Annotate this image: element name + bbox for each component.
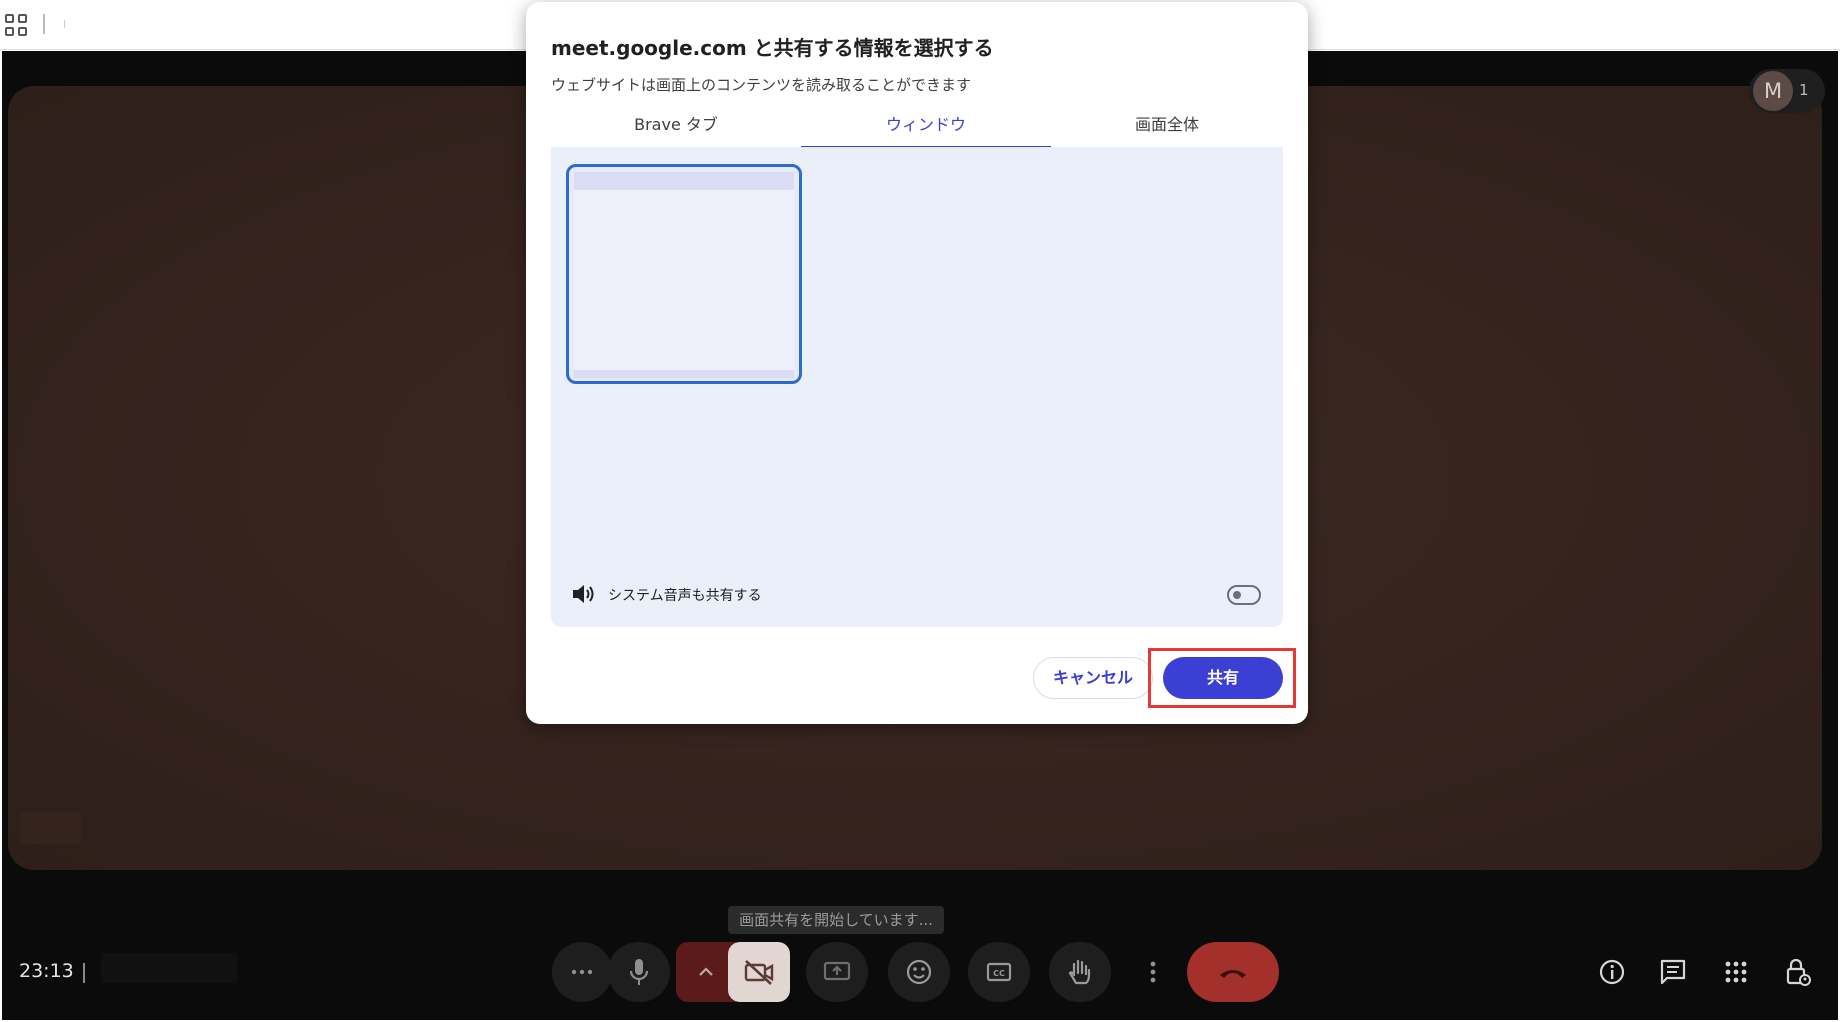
clock-divider bbox=[83, 963, 85, 983]
camera-toggle-button[interactable] bbox=[728, 942, 790, 1002]
reactions-button[interactable] bbox=[888, 942, 950, 1002]
host-controls-icon bbox=[1786, 958, 1811, 986]
svg-text:CC: CC bbox=[993, 969, 1005, 978]
source-tabs: Brave タブ ウィンドウ 画面全体 bbox=[551, 112, 1283, 148]
camera-off-icon bbox=[744, 960, 774, 985]
raise-hand-button[interactable] bbox=[1049, 942, 1111, 1002]
toolbar-divider bbox=[43, 14, 45, 34]
window-thumbnail[interactable] bbox=[566, 164, 802, 384]
emoji-icon bbox=[906, 959, 932, 985]
chat-icon bbox=[1660, 959, 1686, 985]
thumbnail-footer bbox=[574, 370, 794, 378]
leave-call-button[interactable] bbox=[1187, 942, 1279, 1002]
tab-window[interactable]: ウィンドウ bbox=[801, 112, 1051, 148]
present-tooltip: 画面共有を開始しています... bbox=[728, 906, 944, 934]
host-controls-button[interactable] bbox=[1782, 956, 1814, 988]
captions-button[interactable]: CC bbox=[968, 942, 1030, 1002]
chevron-up-icon bbox=[699, 967, 713, 976]
dialog-subtitle: ウェブサイトは画面上のコンテンツを読み取ることができます bbox=[551, 76, 972, 94]
meeting-info-button[interactable] bbox=[1596, 956, 1628, 988]
speaker-icon bbox=[573, 585, 594, 603]
dialog-title: meet.google.com と共有する情報を選択する bbox=[551, 36, 994, 60]
mic-button[interactable] bbox=[608, 942, 670, 1002]
tab-entire-screen[interactable]: 画面全体 bbox=[1051, 112, 1283, 148]
info-icon bbox=[1599, 959, 1625, 985]
chat-button[interactable] bbox=[1657, 956, 1689, 988]
activities-icon bbox=[1725, 961, 1747, 983]
toolbar-divider bbox=[64, 20, 65, 28]
more-actions-button[interactable] bbox=[1133, 942, 1173, 1002]
share-button-highlight bbox=[1148, 648, 1296, 708]
system-audio-row: システム音声も共有する bbox=[551, 569, 1283, 619]
participant-count: 1 bbox=[1799, 81, 1809, 99]
self-name-tag bbox=[20, 812, 82, 844]
thumbnail-titlebar bbox=[574, 172, 794, 190]
cancel-button[interactable]: キャンセル bbox=[1033, 657, 1153, 699]
thumbnail-content bbox=[574, 190, 794, 370]
more-options-button[interactable] bbox=[552, 942, 612, 1002]
meeting-clock: 23:13 bbox=[19, 960, 74, 982]
more-vert-icon bbox=[1150, 961, 1156, 983]
apps-grid-icon[interactable] bbox=[5, 14, 27, 36]
meeting-name bbox=[101, 953, 237, 983]
raise-hand-icon bbox=[1068, 959, 1091, 985]
activities-button[interactable] bbox=[1720, 956, 1752, 988]
toggle-knob bbox=[1233, 591, 1241, 599]
present-button[interactable] bbox=[806, 942, 868, 1002]
present-icon bbox=[823, 961, 851, 981]
avatar[interactable]: M bbox=[1753, 71, 1793, 111]
screen-share-dialog: meet.google.com と共有する情報を選択する ウェブサイトは画面上の… bbox=[526, 2, 1308, 724]
mic-icon bbox=[629, 959, 649, 985]
more-horiz-icon bbox=[571, 969, 593, 975]
system-audio-label: システム音声も共有する bbox=[608, 588, 762, 604]
captions-icon: CC bbox=[986, 962, 1012, 982]
camera-options-button[interactable] bbox=[676, 942, 736, 1002]
system-audio-toggle[interactable] bbox=[1227, 585, 1261, 605]
tab-brave-tab[interactable]: Brave タブ bbox=[551, 112, 801, 148]
call-end-icon bbox=[1220, 970, 1246, 978]
source-panel: システム音声も共有する bbox=[551, 147, 1283, 627]
